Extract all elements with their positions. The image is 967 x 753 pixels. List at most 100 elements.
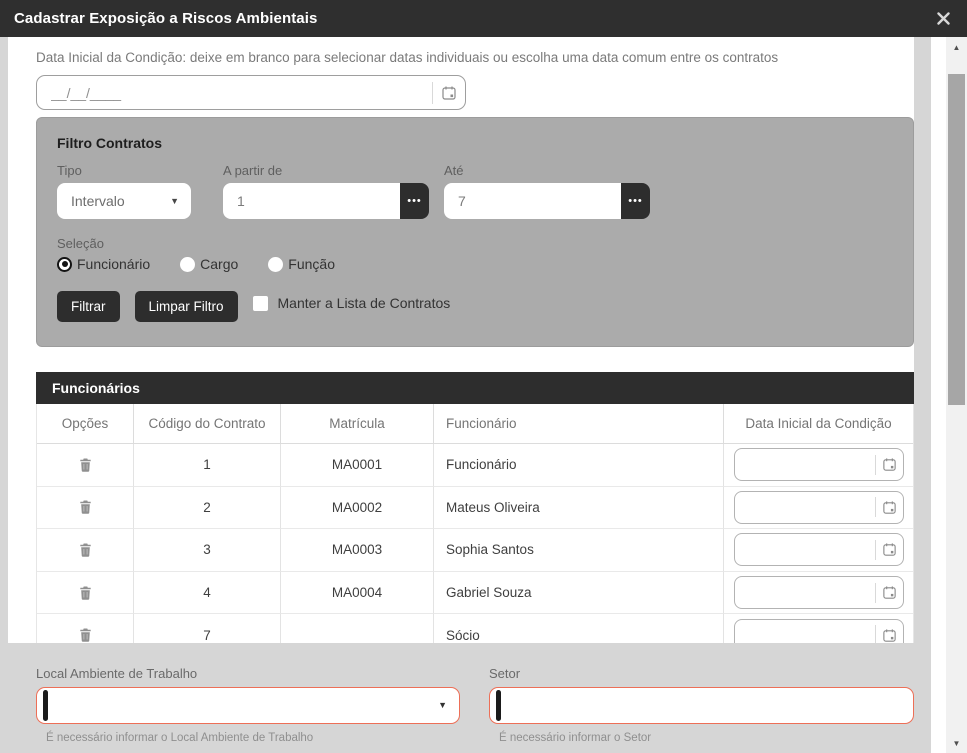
- local-ambiente-select[interactable]: ▼: [36, 687, 460, 724]
- table-cell-data: [724, 529, 913, 572]
- tipo-label: Tipo: [57, 163, 191, 178]
- input-divider: [875, 540, 876, 560]
- table-cell-funcionario: Sócio: [434, 614, 724, 643]
- table-cell-funcionario: Mateus Oliveira: [434, 487, 724, 530]
- tipo-select[interactable]: Intervalo ▼: [57, 183, 191, 219]
- calendar-icon[interactable]: [441, 85, 457, 101]
- radio-icon: [180, 257, 195, 272]
- selecao-label: Seleção: [57, 236, 893, 251]
- row-date-field[interactable]: [734, 448, 904, 481]
- trash-icon: [79, 458, 92, 472]
- common-date-field[interactable]: [36, 75, 466, 110]
- from-more-button[interactable]: •••: [400, 183, 429, 219]
- local-ambiente-error: É necessário informar o Local Ambiente d…: [46, 732, 313, 744]
- calendar-icon[interactable]: [882, 542, 897, 557]
- keep-list-checkbox-group[interactable]: Manter a Lista de Contratos: [253, 295, 451, 311]
- radio-icon: [57, 257, 72, 272]
- funcionarios-titlebar: Funcionários: [36, 372, 914, 404]
- table-cell-funcionario: Gabriel Souza: [434, 572, 724, 615]
- table-cell-data: [724, 614, 913, 643]
- dialog-title: Cadastrar Exposição a Riscos Ambientais: [14, 10, 317, 27]
- table-cell-opcoes: [37, 529, 134, 572]
- funcionarios-table: Opções Código do Contrato Matrícula Func…: [36, 404, 914, 643]
- radio-option-label: Função: [288, 256, 335, 272]
- table-cell-matricula: MA0003: [281, 529, 434, 572]
- table-cell-data: [724, 444, 913, 487]
- table-cell-funcionario: Funcionário: [434, 444, 724, 487]
- table-cell-opcoes: [37, 614, 134, 643]
- scroll-up-icon[interactable]: ▲: [946, 39, 967, 55]
- row-date-field[interactable]: [734, 619, 904, 643]
- right-margin: [931, 37, 946, 753]
- close-button[interactable]: [931, 0, 955, 37]
- calendar-icon[interactable]: [882, 628, 897, 643]
- delete-row-button[interactable]: [77, 584, 94, 602]
- dialog-body: Data Inicial da Condição: deixe em branc…: [0, 37, 967, 753]
- input-divider: [875, 497, 876, 517]
- dialog-header: Cadastrar Exposição a Riscos Ambientais: [0, 0, 967, 37]
- radio-option-label: Funcionário: [77, 256, 150, 272]
- filter-contracts-panel: Filtro Contratos Tipo Intervalo ▼ A part…: [36, 117, 914, 347]
- row-date-field[interactable]: [734, 491, 904, 524]
- local-ambiente-label: Local Ambiente de Trabalho: [36, 666, 197, 681]
- ellipsis-icon: •••: [628, 195, 643, 207]
- column-header-data: Data Inicial da Condição: [724, 404, 913, 444]
- vertical-scrollbar[interactable]: ▲ ▼: [946, 37, 967, 753]
- ellipsis-icon: •••: [407, 195, 422, 207]
- table-cell-matricula: MA0002: [281, 487, 434, 530]
- keep-list-label: Manter a Lista de Contratos: [278, 295, 451, 311]
- radio-option[interactable]: Funcionário: [57, 256, 150, 272]
- table-cell-data: [724, 487, 913, 530]
- from-label: A partir de: [223, 163, 429, 178]
- table-cell-matricula: MA0004: [281, 572, 434, 615]
- input-divider: [875, 625, 876, 643]
- row-date-field[interactable]: [734, 576, 904, 609]
- funcionarios-section: Funcionários Opções Código do Contrato M…: [36, 372, 914, 643]
- limpar-filtro-button[interactable]: Limpar Filtro: [135, 291, 238, 322]
- common-date-input[interactable]: [51, 85, 432, 101]
- table-cell-codigo: 2: [134, 487, 281, 530]
- text-cursor: [496, 690, 501, 721]
- table-cell-codigo: 3: [134, 529, 281, 572]
- content-card: Data Inicial da Condição: deixe em branc…: [8, 37, 914, 643]
- table-cell-funcionario: Sophia Santos: [434, 529, 724, 572]
- calendar-icon[interactable]: [882, 500, 897, 515]
- to-input[interactable]: [444, 183, 621, 219]
- tipo-selected-value: Intervalo: [71, 193, 170, 209]
- trash-icon: [79, 628, 92, 642]
- table-cell-codigo: 1: [134, 444, 281, 487]
- column-header-codigo: Código do Contrato: [134, 404, 281, 444]
- filtrar-button[interactable]: Filtrar: [57, 291, 120, 322]
- scroll-down-icon[interactable]: ▼: [946, 735, 967, 751]
- row-date-field[interactable]: [734, 533, 904, 566]
- table-cell-opcoes: [37, 572, 134, 615]
- delete-row-button[interactable]: [77, 456, 94, 474]
- delete-row-button[interactable]: [77, 498, 94, 516]
- trash-icon: [79, 543, 92, 557]
- to-more-button[interactable]: •••: [621, 183, 650, 219]
- radio-option-label: Cargo: [200, 256, 238, 272]
- chevron-down-icon: ▼: [170, 197, 179, 206]
- column-header-funcionario: Funcionário: [434, 404, 724, 444]
- input-divider: [432, 82, 433, 104]
- column-header-opcoes: Opções: [37, 404, 134, 444]
- setor-input[interactable]: [489, 687, 914, 724]
- calendar-icon[interactable]: [882, 585, 897, 600]
- checkbox-unchecked-icon[interactable]: [253, 296, 268, 311]
- column-header-matricula: Matrícula: [281, 404, 434, 444]
- radio-icon: [268, 257, 283, 272]
- close-icon: [937, 12, 950, 25]
- scrollbar-thumb[interactable]: [948, 74, 965, 405]
- text-cursor: [43, 690, 48, 721]
- table-cell-data: [724, 572, 913, 615]
- from-input[interactable]: [223, 183, 400, 219]
- filter-panel-title: Filtro Contratos: [57, 135, 893, 151]
- calendar-icon[interactable]: [882, 457, 897, 472]
- radio-option[interactable]: Função: [268, 256, 335, 272]
- table-cell-codigo: 4: [134, 572, 281, 615]
- delete-row-button[interactable]: [77, 541, 94, 559]
- to-label: Até: [444, 163, 650, 178]
- delete-row-button[interactable]: [77, 626, 94, 643]
- radio-option[interactable]: Cargo: [180, 256, 238, 272]
- table-cell-opcoes: [37, 444, 134, 487]
